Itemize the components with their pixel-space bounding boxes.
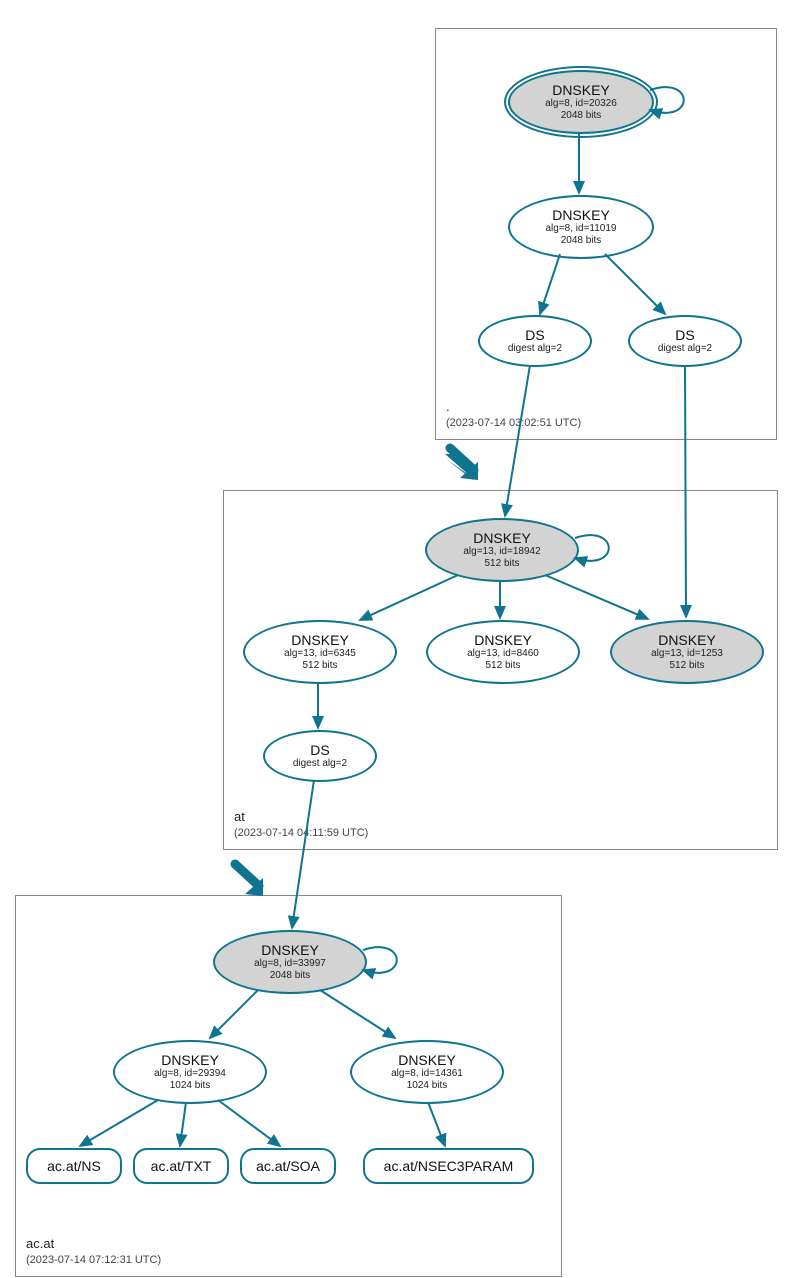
node-acat-zsk1-l1: alg=8, id=29394 bbox=[154, 1068, 226, 1080]
node-at-zsk3-title: DNSKEY bbox=[658, 632, 716, 648]
node-root-ds1-title: DS bbox=[525, 327, 544, 343]
node-at-ds-title: DS bbox=[310, 742, 329, 758]
node-at-zsk3: DNSKEY alg=13, id=1253 512 bits bbox=[610, 620, 764, 684]
node-root-ksk-title: DNSKEY bbox=[552, 82, 610, 98]
node-root-ksk: DNSKEY alg=8, id=20326 2048 bits bbox=[508, 70, 654, 134]
zone-at-name: at bbox=[234, 809, 245, 824]
node-at-zsk1-title: DNSKEY bbox=[291, 632, 349, 648]
node-at-zsk1: DNSKEY alg=13, id=6345 512 bits bbox=[243, 620, 397, 684]
node-acat-zsk1-title: DNSKEY bbox=[161, 1052, 219, 1068]
rr-txt: ac.at/TXT bbox=[133, 1148, 229, 1184]
node-acat-zsk2-title: DNSKEY bbox=[398, 1052, 456, 1068]
node-acat-ksk: DNSKEY alg=8, id=33997 2048 bits bbox=[213, 930, 367, 994]
node-acat-zsk1: DNSKEY alg=8, id=29394 1024 bits bbox=[113, 1040, 267, 1104]
zone-root-timestamp: (2023-07-14 03:02:51 UTC) bbox=[446, 417, 581, 429]
zone-root-label: . (2023-07-14 03:02:51 UTC) bbox=[446, 399, 581, 429]
node-acat-ksk-title: DNSKEY bbox=[261, 942, 319, 958]
node-root-ds2-title: DS bbox=[675, 327, 694, 343]
node-at-ksk-l2: 512 bits bbox=[484, 558, 519, 570]
node-at-zsk2-l2: 512 bits bbox=[485, 660, 520, 672]
node-root-zsk-l1: alg=8, id=11019 bbox=[546, 223, 617, 235]
node-at-zsk3-l2: 512 bits bbox=[669, 660, 704, 672]
node-acat-ksk-l2: 2048 bits bbox=[270, 970, 311, 982]
zone-at-label: at (2023-07-14 04:11:59 UTC) bbox=[234, 809, 368, 839]
node-root-zsk: DNSKEY alg=8, id=11019 2048 bits bbox=[508, 195, 654, 259]
node-at-zsk2: DNSKEY alg=13, id=8460 512 bits bbox=[426, 620, 580, 684]
node-at-zsk3-l1: alg=13, id=1253 bbox=[651, 648, 723, 660]
node-at-zsk1-l2: 512 bits bbox=[302, 660, 337, 672]
rr-ns: ac.at/NS bbox=[26, 1148, 122, 1184]
node-at-ksk: DNSKEY alg=13, id=18942 512 bits bbox=[425, 518, 579, 582]
node-acat-zsk2: DNSKEY alg=8, id=14361 1024 bits bbox=[350, 1040, 504, 1104]
node-root-ds2-l1: digest alg=2 bbox=[658, 343, 712, 355]
node-root-zsk-title: DNSKEY bbox=[552, 207, 610, 223]
node-acat-zsk2-l2: 1024 bits bbox=[407, 1080, 448, 1092]
node-root-ds1-l1: digest alg=2 bbox=[508, 343, 562, 355]
zone-root-name: . bbox=[446, 399, 450, 414]
node-root-ksk-l1: alg=8, id=20326 bbox=[545, 98, 617, 110]
node-root-zsk-l2: 2048 bits bbox=[561, 235, 602, 247]
rr-soa: ac.at/SOA bbox=[240, 1148, 336, 1184]
node-root-ds2: DS digest alg=2 bbox=[628, 315, 742, 367]
node-root-ksk-l2: 2048 bits bbox=[561, 110, 602, 122]
rr-n3p: ac.at/NSEC3PARAM bbox=[363, 1148, 534, 1184]
zone-acat-name: ac.at bbox=[26, 1236, 54, 1251]
node-at-zsk2-l1: alg=13, id=8460 bbox=[467, 648, 539, 660]
zone-at-timestamp: (2023-07-14 04:11:59 UTC) bbox=[234, 827, 368, 839]
node-at-ds-l1: digest alg=2 bbox=[293, 758, 347, 770]
node-acat-zsk1-l2: 1024 bits bbox=[170, 1080, 211, 1092]
node-at-zsk2-title: DNSKEY bbox=[474, 632, 532, 648]
node-at-ds: DS digest alg=2 bbox=[263, 730, 377, 782]
zone-acat-label: ac.at (2023-07-14 07:12:31 UTC) bbox=[26, 1236, 161, 1266]
node-acat-ksk-l1: alg=8, id=33997 bbox=[254, 958, 326, 970]
node-root-ds1: DS digest alg=2 bbox=[478, 315, 592, 367]
zone-acat-timestamp: (2023-07-14 07:12:31 UTC) bbox=[26, 1254, 161, 1266]
node-at-ksk-l1: alg=13, id=18942 bbox=[463, 546, 540, 558]
node-at-ksk-title: DNSKEY bbox=[473, 530, 531, 546]
node-acat-zsk2-l1: alg=8, id=14361 bbox=[391, 1068, 463, 1080]
node-at-zsk1-l1: alg=13, id=6345 bbox=[284, 648, 356, 660]
